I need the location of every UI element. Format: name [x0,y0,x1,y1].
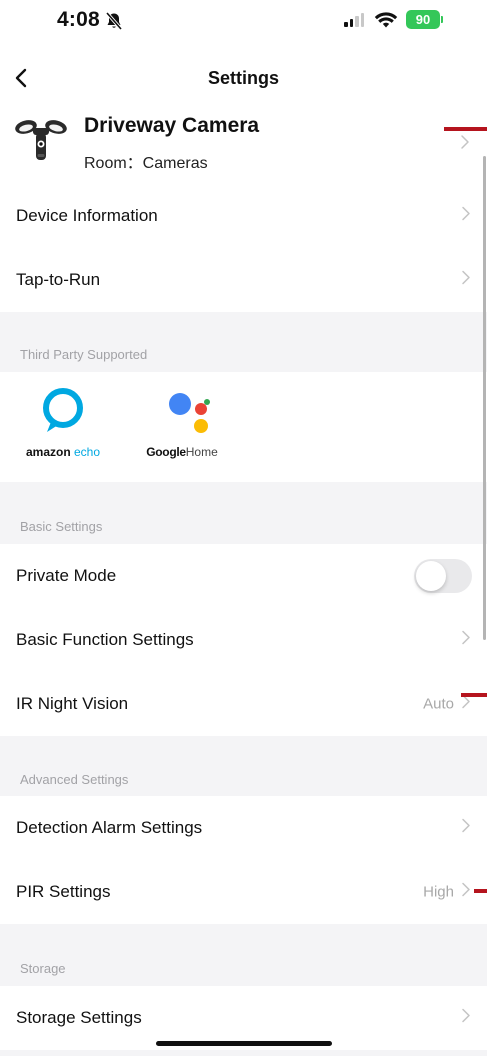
basic-settings-section-header: Basic Settings [0,482,487,544]
chevron-right-icon [461,1008,471,1029]
red-marker [474,889,487,893]
pir-settings-label: PIR Settings [16,882,111,901]
private-mode-toggle[interactable] [414,559,472,593]
cellular-signal-icon [344,13,364,27]
pir-settings-value: High [423,883,454,901]
device-header[interactable]: Driveway Camera Room：Cameras [0,108,487,180]
device-information-row[interactable]: Device Information [0,184,487,248]
device-room: Room：Cameras [84,155,208,172]
toggle-knob [416,561,446,591]
chevron-right-icon [461,818,471,839]
tap-to-run-label: Tap-to-Run [16,270,101,289]
floodlight-camera-icon [12,114,70,171]
chevron-right-icon [461,270,471,291]
home-indicator [156,1041,332,1046]
private-mode-label: Private Mode [16,566,117,585]
chevron-right-icon [461,882,471,903]
bell-slash-icon [104,11,124,36]
chevron-right-icon [461,206,471,227]
ir-night-vision-label: IR Night Vision [16,694,129,713]
section-title-storage: Storage [20,961,66,976]
google-home-label: GoogleHome [140,445,224,459]
chevron-right-icon [460,134,470,155]
echo-product-text: echo [74,445,101,459]
scrollbar[interactable] [483,156,486,640]
tap-to-run-row[interactable]: Tap-to-Run [0,248,487,312]
google-brand-text: Google [146,445,186,459]
battery-level: 90 [415,12,431,27]
amazon-brand-text: amazon [25,445,71,459]
status-time: 4:08 [57,8,100,31]
detection-alarm-settings-row[interactable]: Detection Alarm Settings [0,796,487,860]
page-title: Settings [207,68,279,88]
battery-icon: 90 [406,10,440,29]
red-marker [461,693,487,697]
red-marker [444,127,487,131]
amazon-echo-label: amazon echo [24,445,102,459]
status-bar: 4:08 90 [0,0,487,44]
third-party-services: amazon echo GoogleHome [0,372,487,482]
chevron-right-icon [461,630,471,651]
section-title-third-party: Third Party Supported [20,347,148,362]
ir-night-vision-row[interactable]: IR Night Vision Auto [0,672,487,736]
section-title-basic: Basic Settings [20,519,103,534]
storage-settings-label: Storage Settings [16,1008,142,1027]
home-product-text: Home [185,445,218,459]
wifi-icon [374,10,398,34]
ir-night-vision-value: Auto [423,695,454,713]
advanced-settings-section-header: Advanced Settings [0,736,487,796]
google-home-item[interactable]: GoogleHome [140,386,224,459]
battery-tip [441,16,443,23]
private-mode-row: Private Mode [0,544,487,608]
basic-function-settings-label: Basic Function Settings [16,630,194,649]
bottom-band [0,1050,487,1056]
detection-alarm-settings-label: Detection Alarm Settings [16,818,203,837]
amazon-echo-item[interactable]: amazon echo [24,386,102,459]
storage-section-header: Storage [0,924,487,986]
pir-settings-row[interactable]: PIR Settings High [0,860,487,924]
third-party-section-header: Third Party Supported [0,312,487,372]
device-information-label: Device Information [16,206,158,225]
google-assistant-icon [169,393,210,433]
section-title-advanced: Advanced Settings [20,772,129,787]
basic-function-settings-row[interactable]: Basic Function Settings [0,608,487,672]
alexa-icon [43,388,83,432]
device-name: Driveway Camera [84,114,260,137]
